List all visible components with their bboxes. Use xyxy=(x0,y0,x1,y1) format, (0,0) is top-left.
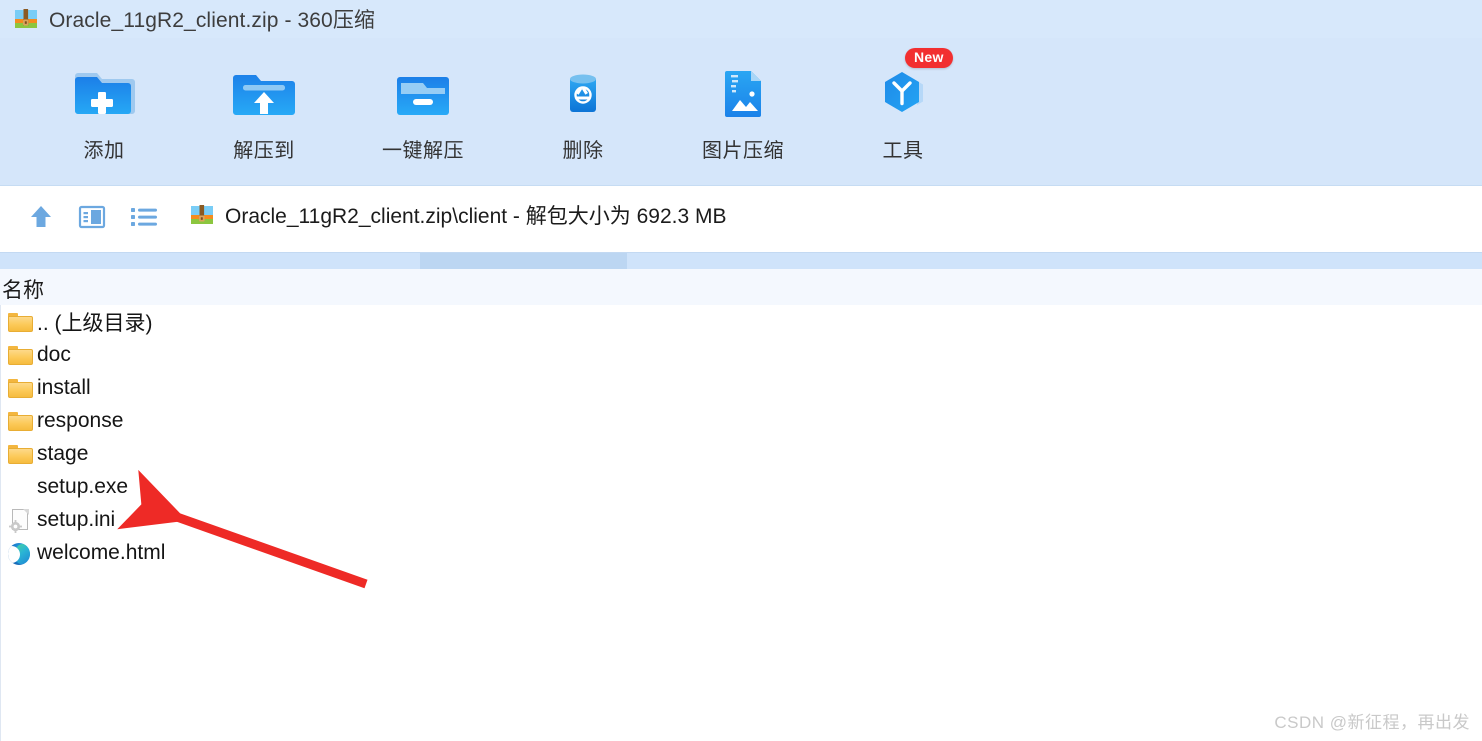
zip-archive-icon xyxy=(190,203,214,227)
list-item[interactable]: setup.exe xyxy=(1,470,1482,503)
toolbar-button-extract-to[interactable]: 解压到 xyxy=(204,60,324,163)
panel-icon xyxy=(78,204,106,235)
list-item[interactable]: welcome.html xyxy=(1,536,1482,569)
path-bar[interactable]: Oracle_11gR2_client.zip\client - 解包大小为 6… xyxy=(176,186,1482,244)
app-window: Oracle_11gR2_client.zip - 360压缩 添加 解压到 一… xyxy=(0,0,1482,741)
folder-add-icon xyxy=(44,60,164,122)
folder-icon xyxy=(5,375,33,401)
up-one-level-button[interactable] xyxy=(20,198,62,240)
toolbar-label: 图片压缩 xyxy=(702,140,784,162)
new-badge: New xyxy=(905,48,953,69)
file-name: stage xyxy=(37,441,89,465)
ini-config-icon xyxy=(5,507,33,533)
toolbar: 添加 解压到 一键解压 删除 图片压缩 New 工具 xyxy=(0,38,1482,186)
view-list-button[interactable] xyxy=(123,198,165,240)
csdn-watermark: CSDN @新征程，再出发 xyxy=(1274,713,1470,732)
no-icon-placeholder xyxy=(5,474,33,500)
folder-icon xyxy=(5,441,33,467)
list-item[interactable]: response xyxy=(1,404,1482,437)
title-bar: Oracle_11gR2_client.zip - 360压缩 xyxy=(0,0,1482,38)
toolbar-button-delete[interactable]: 删除 xyxy=(523,60,643,163)
list-item[interactable]: setup.ini xyxy=(1,503,1482,536)
one-click-extract-icon xyxy=(363,60,483,122)
folder-icon xyxy=(5,342,33,368)
toolbar-button-tools[interactable]: New 工具 xyxy=(843,48,963,163)
scrollbar-thumb[interactable] xyxy=(420,253,627,270)
path-text: Oracle_11gR2_client.zip\client - 解包大小为 6… xyxy=(225,205,727,228)
zip-archive-icon xyxy=(14,7,38,31)
file-name: .. (上级目录) xyxy=(37,311,153,335)
file-name: install xyxy=(37,375,91,399)
list-item[interactable]: stage xyxy=(1,437,1482,470)
list-item[interactable]: .. (上级目录) xyxy=(1,305,1482,338)
toolbar-button-one-click-extract[interactable]: 一键解压 xyxy=(363,60,483,163)
list-icon xyxy=(129,204,159,235)
delete-recycle-icon xyxy=(523,60,643,122)
list-item[interactable]: install xyxy=(1,371,1482,404)
up-arrow-icon xyxy=(26,203,56,236)
file-name: doc xyxy=(37,342,71,366)
toolbar-label: 添加 xyxy=(83,140,125,162)
folder-extract-icon xyxy=(204,60,324,122)
folder-icon xyxy=(5,408,33,434)
image-compress-icon xyxy=(683,60,803,122)
toolbar-label: 工具 xyxy=(882,140,924,162)
toolbar-label: 解压到 xyxy=(233,140,295,162)
horizontal-scrollbar[interactable] xyxy=(0,252,1482,270)
tools-hexagon-icon: New xyxy=(843,48,963,122)
toolbar-label: 一键解压 xyxy=(382,140,464,162)
toggle-preview-button[interactable] xyxy=(71,198,113,240)
toolbar-button-add[interactable]: 添加 xyxy=(44,60,164,163)
list-item[interactable]: doc xyxy=(1,338,1482,371)
file-name: welcome.html xyxy=(37,540,166,564)
file-name: setup.exe xyxy=(37,474,129,498)
file-name: response xyxy=(37,408,124,432)
toolbar-button-image-compress[interactable]: 图片压缩 xyxy=(683,60,803,163)
list-column-header: 名称 xyxy=(0,269,1482,305)
edge-browser-icon xyxy=(5,540,33,566)
folder-icon xyxy=(5,309,33,335)
navigation-bar: Oracle_11gR2_client.zip\client - 解包大小为 6… xyxy=(0,186,1482,253)
file-list: .. (上级目录) doc install response stage set… xyxy=(0,305,1482,741)
window-title: Oracle_11gR2_client.zip - 360压缩 xyxy=(49,9,376,32)
file-name: setup.ini xyxy=(37,507,116,531)
toolbar-label: 删除 xyxy=(562,140,604,162)
column-header-name: 名称 xyxy=(2,279,44,302)
